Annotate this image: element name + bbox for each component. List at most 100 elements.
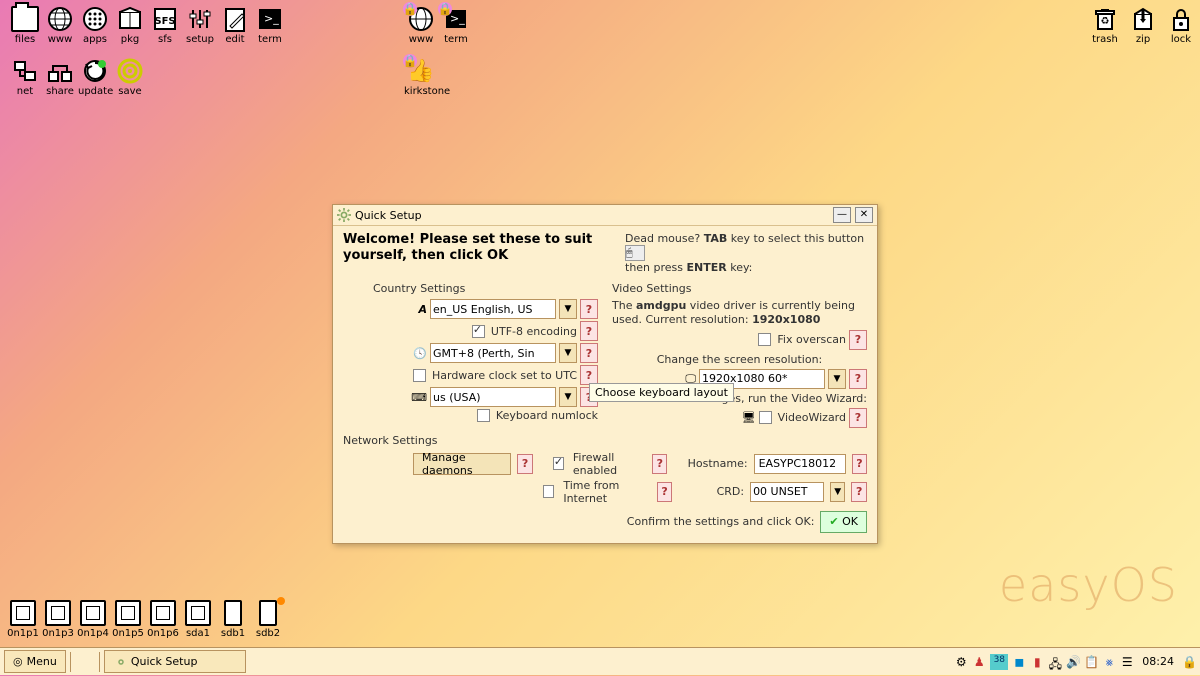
utf8-checkbox[interactable] xyxy=(472,325,485,338)
desktop-icon-share[interactable]: share xyxy=(43,58,77,97)
tray-network-icon[interactable]: 🖧 xyxy=(1048,655,1062,669)
utf8-help[interactable]: ? xyxy=(580,321,598,341)
desktop-icon-net[interactable]: net xyxy=(8,58,42,97)
desktop-icon-0n1p1[interactable]: 0n1p1 xyxy=(6,600,40,639)
video-driver-text: The amdgpu video driver is currently bei… xyxy=(612,299,867,328)
hwclock-checkbox[interactable] xyxy=(413,369,426,382)
desktop-icon-sda1[interactable]: sda1 xyxy=(181,600,215,639)
titlebar[interactable]: Quick Setup — ✕ xyxy=(333,205,877,226)
keyboard-select[interactable]: us (USA) xyxy=(430,387,556,407)
globe-icon xyxy=(46,6,74,32)
tray-disk-icon[interactable]: ▮ xyxy=(1030,655,1044,669)
resolution-help[interactable]: ? xyxy=(849,369,867,389)
lock-icon xyxy=(1167,6,1195,32)
icon-label: pkg xyxy=(113,34,147,45)
country-settings: Country Settings A en_US English, US ▼ ?… xyxy=(343,278,598,430)
disk-icon xyxy=(184,600,212,626)
icon-label: zip xyxy=(1126,34,1160,45)
manage-daemons-button[interactable]: Manage daemons xyxy=(413,453,511,475)
icon-label: www xyxy=(404,34,438,45)
mouse-button-icon[interactable]: 🖱 xyxy=(625,245,645,261)
desktop-icon-sfs[interactable]: SFSsfs xyxy=(148,6,182,45)
desktop-icon-pkg[interactable]: pkg xyxy=(113,6,147,45)
globe-lock-icon: 🔒 xyxy=(407,6,435,32)
desktop-icon-setup[interactable]: setup xyxy=(183,6,217,45)
time-internet-help[interactable]: ? xyxy=(657,482,673,502)
locale-select[interactable]: en_US English, US xyxy=(430,299,556,319)
hostname-input[interactable]: EASYPC18012 xyxy=(754,454,846,474)
videowizard-checkbox[interactable] xyxy=(759,411,772,424)
close-button[interactable]: ✕ xyxy=(855,207,873,223)
desktop-icon-term[interactable]: >_term xyxy=(253,6,287,45)
timezone-dropdown[interactable]: ▼ xyxy=(559,343,577,363)
grid-icon xyxy=(81,6,109,32)
desktop-icon-term[interactable]: >_🔒term xyxy=(439,6,473,45)
desktop-icon-sdb2[interactable]: sdb2 xyxy=(251,600,285,639)
icon-label: 0n1p1 xyxy=(6,628,40,639)
resolution-dropdown[interactable]: ▼ xyxy=(828,369,846,389)
desktop-icon-www[interactable]: 🔒 www xyxy=(404,6,438,45)
watermark: easyOS xyxy=(999,558,1178,612)
desktop-icon-update[interactable]: update xyxy=(78,58,112,97)
locale-help[interactable]: ? xyxy=(580,299,598,319)
crd-select[interactable]: 00 UNSET xyxy=(750,482,824,502)
desktop-icon-sdb1[interactable]: sdb1 xyxy=(216,600,250,639)
menu-button[interactable]: ◎ Menu xyxy=(4,650,66,673)
locale-dropdown[interactable]: ▼ xyxy=(559,299,577,319)
term-icon: >_ xyxy=(256,6,284,32)
timezone-help[interactable]: ? xyxy=(580,343,598,363)
desktop-icon-0n1p3[interactable]: 0n1p3 xyxy=(41,600,75,639)
crd-dropdown[interactable]: ▼ xyxy=(830,482,846,502)
overscan-help[interactable]: ? xyxy=(849,330,867,350)
crd-help[interactable]: ? xyxy=(851,482,867,502)
desktop-icon-kirkstone[interactable]: 👍🔒kirkstone xyxy=(404,58,438,97)
tray-user-icon[interactable]: ♟ xyxy=(972,655,986,669)
overscan-checkbox[interactable] xyxy=(758,333,771,346)
icon-label: setup xyxy=(183,34,217,45)
tray-clipboard-icon[interactable]: 📋 xyxy=(1084,655,1098,669)
desktop-icon-0n1p4[interactable]: 0n1p4 xyxy=(76,600,110,639)
clock[interactable]: 08:24 xyxy=(1138,655,1178,668)
tray-battery-icon[interactable]: 38 xyxy=(990,654,1008,670)
desktop-icon-trash[interactable]: ♻trash xyxy=(1088,6,1122,45)
desktop-icon-0n1p5[interactable]: 0n1p5 xyxy=(111,600,145,639)
icon-label: term xyxy=(253,34,287,45)
hostname-help[interactable]: ? xyxy=(852,454,867,474)
numlock-checkbox[interactable] xyxy=(477,409,490,422)
desktop-icon-lock[interactable]: lock xyxy=(1164,6,1198,45)
desktop-icon-apps[interactable]: apps xyxy=(78,6,112,45)
videowizard-help[interactable]: ? xyxy=(849,408,867,428)
network-heading: Network Settings xyxy=(343,434,867,447)
time-internet-checkbox[interactable] xyxy=(543,485,554,498)
desktop-icon-0n1p6[interactable]: 0n1p6 xyxy=(146,600,180,639)
icon-label: files xyxy=(8,34,42,45)
firewall-checkbox[interactable] xyxy=(553,457,564,470)
taskbar-item-quick-setup[interactable]: Quick Setup xyxy=(104,650,246,673)
hwclock-help[interactable]: ? xyxy=(580,365,598,385)
timezone-select[interactable]: GMT+8 (Perth, Sin xyxy=(430,343,556,363)
desktop-icon-zip[interactable]: zip xyxy=(1126,6,1160,45)
tray-icon-1[interactable]: ⚙ xyxy=(954,655,968,669)
trash-icon: ♻ xyxy=(1091,6,1119,32)
firewall-label: Firewall enabled xyxy=(573,451,646,477)
desktop-icon-save[interactable]: save xyxy=(113,58,147,97)
minimize-button[interactable]: — xyxy=(833,207,851,223)
desktop-icon-www[interactable]: www xyxy=(43,6,77,45)
quick-setup-window: Quick Setup — ✕ Welcome! Please set thes… xyxy=(332,204,878,544)
ok-button[interactable]: ✔ OK xyxy=(820,511,867,533)
tray-bluetooth-icon[interactable]: ⨳ xyxy=(1102,655,1116,669)
desktop-icon-edit[interactable]: edit xyxy=(218,6,252,45)
tray-shutdown-icon[interactable]: 🔒 xyxy=(1182,655,1196,669)
daemons-help[interactable]: ? xyxy=(517,454,532,474)
system-tray: ⚙ ♟ 38 ◼ ▮ 🖧 🔊 📋 ⨳ ☰ 08:24 🔒 xyxy=(954,654,1196,670)
hostname-label: Hostname: xyxy=(688,457,748,470)
keyboard-dropdown[interactable]: ▼ xyxy=(559,387,577,407)
tray-volume-icon[interactable]: 🔊 xyxy=(1066,655,1080,669)
tray-keyboard-icon[interactable]: ☰ xyxy=(1120,655,1134,669)
time-internet-label: Time from Internet xyxy=(563,479,650,505)
desktop-icon-files[interactable]: files xyxy=(8,6,42,45)
wizard-icon: 🖥 xyxy=(742,411,756,424)
tray-cpu-icon[interactable]: ◼ xyxy=(1012,655,1026,669)
firewall-help[interactable]: ? xyxy=(652,454,667,474)
show-desktop-button[interactable] xyxy=(75,652,95,672)
